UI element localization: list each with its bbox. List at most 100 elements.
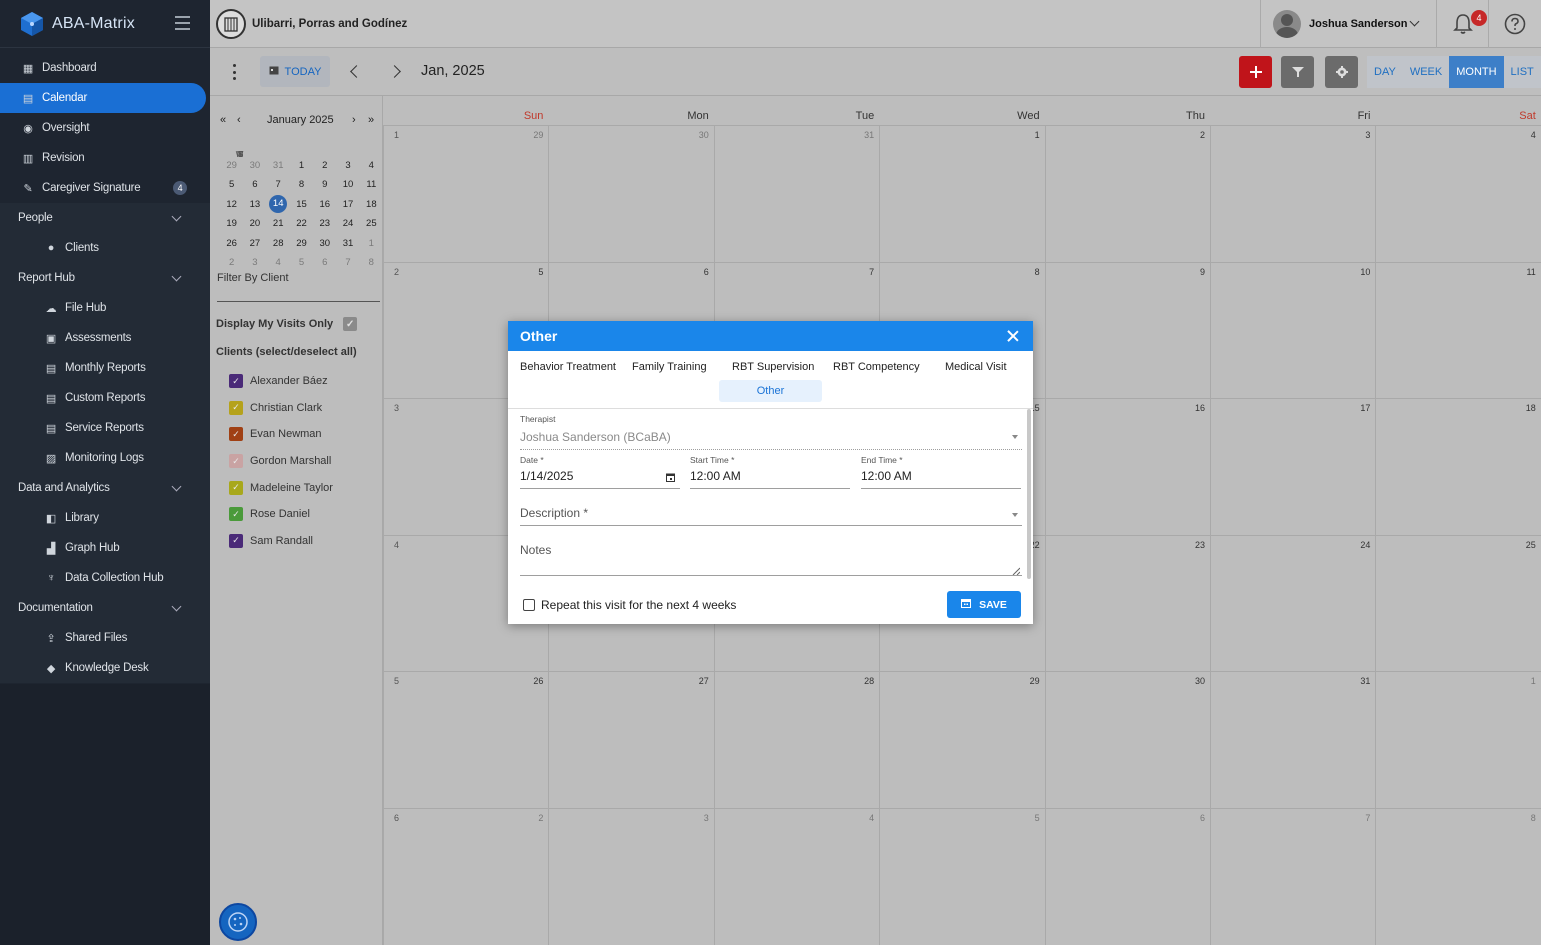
previous-year-icon[interactable]: « <box>220 114 226 126</box>
clients-heading[interactable]: Clients (select/deselect all) <box>216 346 357 358</box>
mini-day[interactable]: 24 <box>336 218 359 229</box>
client-filter-item[interactable]: ✓ Rose Daniel <box>229 501 333 528</box>
view-month-button[interactable]: MONTH <box>1449 56 1504 88</box>
checkbox-checked-icon[interactable]: ✓ <box>229 480 243 495</box>
client-filter-item[interactable]: ✓ Alexander Báez <box>229 368 333 395</box>
display-my-visits-toggle[interactable]: Display My Visits Only ✓ <box>216 317 358 331</box>
day-cell[interactable]: 10 <box>1210 262 1375 399</box>
mini-day[interactable]: 4 <box>267 257 290 268</box>
calendar-picker-icon[interactable] <box>666 471 675 485</box>
mini-day[interactable]: 25 <box>360 218 383 229</box>
sidebar-item-service-reports[interactable]: ▤ Service Reports <box>0 413 210 443</box>
sidebar-section-documentation[interactable]: Documentation <box>0 593 210 623</box>
tab-medical-visit[interactable]: Medical Visit <box>945 361 1007 377</box>
sidebar-item-shared-files[interactable]: ⇪ Shared Files <box>0 623 210 653</box>
filter-button[interactable] <box>1281 56 1314 88</box>
mini-day[interactable]: 13 <box>243 199 266 210</box>
day-cell[interactable]: 27 <box>548 672 713 809</box>
day-cell[interactable]: 4 <box>1375 126 1540 263</box>
sidebar-item-assessments[interactable]: ▣ Assessments <box>0 323 210 353</box>
day-cell[interactable]: 17 <box>1210 399 1375 536</box>
next-month-small-icon[interactable]: › <box>352 114 356 126</box>
checkbox-checked-icon[interactable]: ✓ <box>229 427 243 442</box>
tab-family-training[interactable]: Family Training <box>632 361 707 377</box>
mini-day[interactable]: 29 <box>290 238 313 249</box>
sidebar-item-monthly-reports[interactable]: ▤ Monthly Reports <box>0 353 210 383</box>
cookie-settings-button[interactable] <box>219 903 257 941</box>
mini-day[interactable]: 12 <box>220 199 243 210</box>
client-filter-item[interactable]: ✓ Christian Clark <box>229 395 333 422</box>
description-select[interactable]: Description * <box>520 506 588 520</box>
day-cell[interactable]: 9 <box>1044 262 1210 399</box>
day-cell[interactable]: 28 <box>713 672 879 809</box>
mini-day[interactable]: 30 <box>313 238 336 249</box>
today-button[interactable]: TODAY <box>260 56 330 87</box>
mini-day[interactable]: 28 <box>267 238 290 249</box>
settings-button[interactable] <box>1325 56 1358 88</box>
tab-rbt-supervision[interactable]: RBT Supervision <box>732 361 814 377</box>
mini-day[interactable]: 3 <box>243 257 266 268</box>
mini-day[interactable]: 21 <box>267 218 290 229</box>
day-cell[interactable]: 2 <box>1044 126 1210 263</box>
mini-day[interactable]: 6 <box>313 257 336 268</box>
mini-day[interactable]: 30 <box>243 160 266 171</box>
day-cell[interactable]: 24 <box>1210 535 1375 672</box>
more-options-icon[interactable] <box>230 64 238 80</box>
mini-day[interactable]: 20 <box>243 218 266 229</box>
client-filter-item[interactable]: ✓ Sam Randall <box>229 528 333 555</box>
add-event-button[interactable] <box>1239 56 1272 88</box>
sidebar-item-monitoring-logs[interactable]: ▨ Monitoring Logs <box>0 443 210 473</box>
mini-day[interactable]: 22 <box>290 218 313 229</box>
sidebar-item-data-collection-hub[interactable]: ♆ Data Collection Hub <box>0 563 210 593</box>
notes-textarea[interactable]: Notes <box>520 543 551 557</box>
mini-day[interactable]: 9 <box>313 179 336 190</box>
day-cell[interactable]: 7 <box>1210 808 1375 945</box>
checkbox-checked-icon[interactable]: ✓ <box>343 317 358 331</box>
day-cell[interactable]: 3 <box>1210 126 1375 263</box>
previous-month-icon[interactable] <box>350 65 363 78</box>
mini-day[interactable]: 2 <box>220 257 243 268</box>
mini-day[interactable]: 3 <box>336 160 359 171</box>
client-filter-item[interactable]: ✓ Madeleine Taylor <box>229 474 333 501</box>
checkbox-checked-icon[interactable]: ✓ <box>229 533 243 548</box>
mini-day[interactable]: 31 <box>336 238 359 249</box>
previous-month-small-icon[interactable]: ‹ <box>237 114 241 126</box>
mini-day[interactable]: 7 <box>267 179 290 190</box>
mini-day[interactable]: 5 <box>290 257 313 268</box>
tab-other[interactable]: Other <box>719 380 822 402</box>
day-cell[interactable]: 26 5 <box>383 672 548 809</box>
sidebar-item-custom-reports[interactable]: ▤ Custom Reports <box>0 383 210 413</box>
mini-day[interactable]: 8 <box>290 179 313 190</box>
mini-day[interactable]: 11 <box>360 179 383 190</box>
start-time-input[interactable]: 12:00 AM <box>690 469 741 483</box>
checkbox-empty-icon[interactable] <box>523 599 535 611</box>
mini-day[interactable]: 16 <box>313 199 336 210</box>
sidebar-item-clients[interactable]: ● Clients <box>0 233 210 263</box>
sidebar-item-caregiver-signature[interactable]: ✎ Caregiver Signature 4 <box>0 173 210 203</box>
mini-day[interactable]: 17 <box>336 199 359 210</box>
view-list-button[interactable]: LIST <box>1503 56 1541 88</box>
day-cell[interactable]: 18 <box>1375 399 1540 536</box>
tab-behavior-treatment[interactable]: Behavior Treatment <box>520 361 616 377</box>
sidebar-item-calendar[interactable]: ▤ Calendar <box>0 83 206 113</box>
date-input[interactable]: 1/14/2025 <box>520 469 573 483</box>
day-cell[interactable]: 23 <box>1044 535 1210 672</box>
client-filter-item[interactable]: ✓ Evan Newman <box>229 421 333 448</box>
day-cell[interactable]: 1 <box>879 126 1044 263</box>
mini-day[interactable]: 7 <box>336 257 359 268</box>
mini-day[interactable]: 6 <box>243 179 266 190</box>
day-cell[interactable]: 29 1 <box>383 126 548 263</box>
view-week-button[interactable]: WEEK <box>1402 56 1450 88</box>
day-cell[interactable]: 30 <box>1044 672 1210 809</box>
mini-day[interactable]: 31 <box>267 160 290 171</box>
end-time-input[interactable]: 12:00 AM <box>861 469 912 483</box>
user-menu[interactable]: Joshua Sanderson <box>1260 0 1436 48</box>
day-cell[interactable]: 31 <box>713 126 879 263</box>
notifications-button[interactable]: 4 <box>1436 0 1488 48</box>
checkbox-checked-icon[interactable]: ✓ <box>229 400 243 415</box>
client-filter-item[interactable]: ✓ Gordon Marshall <box>229 448 333 475</box>
day-cell[interactable]: 4 <box>713 808 879 945</box>
checkbox-checked-icon[interactable]: ✓ <box>229 507 243 522</box>
sidebar-item-knowledge-desk[interactable]: ◆ Knowledge Desk <box>0 653 210 683</box>
day-cell[interactable]: 16 <box>1044 399 1210 536</box>
